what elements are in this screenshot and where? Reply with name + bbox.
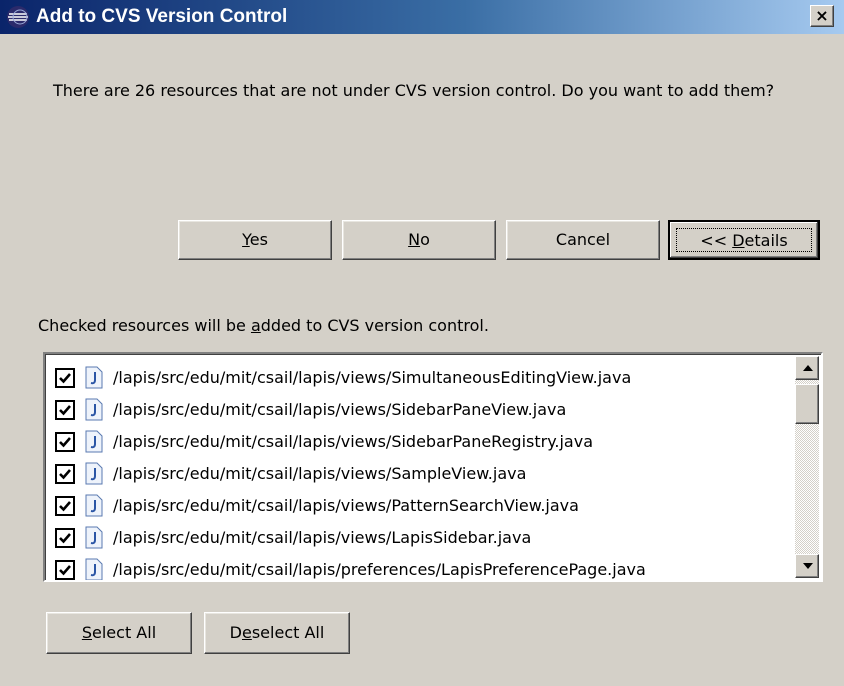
resource-list-items: /lapis/src/edu/mit/csail/lapis/views/Sim…: [51, 362, 781, 580]
resource-path: /lapis/src/edu/mit/csail/lapis/views/Sid…: [113, 400, 567, 419]
resources-label: Checked resources will be added to CVS v…: [38, 316, 489, 335]
cancel-label: Cancel: [555, 230, 611, 249]
arrow-up-icon: [803, 365, 813, 371]
checkmark-icon: [59, 533, 71, 544]
resource-checkbox[interactable]: [55, 400, 75, 420]
eclipse-icon: [6, 5, 30, 29]
resource-checkbox[interactable]: [55, 560, 75, 580]
deselect-all-label-pre: D: [229, 623, 242, 642]
java-file-icon: [85, 398, 103, 421]
resource-checkbox[interactable]: [55, 528, 75, 548]
resource-path: /lapis/src/edu/mit/csail/lapis/views/Sim…: [113, 368, 632, 387]
checkmark-icon: [59, 405, 71, 416]
cancel-button[interactable]: Cancel: [506, 220, 660, 260]
deselect-all-mnemonic: e: [242, 623, 252, 642]
select-all-button[interactable]: Select All: [46, 612, 192, 654]
yes-label-post: es: [249, 230, 268, 249]
deselect-all-button[interactable]: Deselect All: [204, 612, 350, 654]
no-mnemonic: N: [408, 230, 421, 249]
cvs-dialog: Add to CVS Version Control × There are 2…: [0, 0, 844, 686]
resource-path: /lapis/src/edu/mit/csail/lapis/preferenc…: [113, 560, 646, 579]
close-icon: ×: [815, 6, 829, 25]
resource-item[interactable]: /lapis/src/edu/mit/csail/lapis/views/Lap…: [51, 522, 781, 554]
arrow-down-icon: [803, 563, 813, 569]
no-label-post: o: [420, 230, 430, 249]
resource-item[interactable]: /lapis/src/edu/mit/csail/lapis/views/Sid…: [51, 394, 781, 426]
select-all-label-post: elect All: [92, 623, 157, 642]
resource-checkbox[interactable]: [55, 496, 75, 516]
resource-item[interactable]: /lapis/src/edu/mit/csail/lapis/views/Sam…: [51, 458, 781, 490]
scroll-up-button[interactable]: [795, 356, 819, 380]
resource-item[interactable]: /lapis/src/edu/mit/csail/lapis/views/Sim…: [51, 362, 781, 394]
vertical-scrollbar[interactable]: [795, 356, 819, 578]
resource-item[interactable]: /lapis/src/edu/mit/csail/lapis/views/Sid…: [51, 426, 781, 458]
deselect-all-label-post: select All: [251, 623, 325, 642]
no-button[interactable]: No: [342, 220, 496, 260]
java-file-icon: [85, 494, 103, 517]
scroll-thumb[interactable]: [795, 384, 819, 424]
resource-path: /lapis/src/edu/mit/csail/lapis/views/Sid…: [113, 432, 593, 451]
dialog-message: There are 26 resources that are not unde…: [53, 81, 775, 100]
checkmark-icon: [59, 373, 71, 384]
checkmark-icon: [59, 565, 71, 576]
resources-label-mnemonic: a: [250, 316, 261, 335]
details-button[interactable]: << Details: [668, 220, 820, 260]
resource-path: /lapis/src/edu/mit/csail/lapis/views/Pat…: [113, 496, 579, 515]
yes-button[interactable]: Yes: [178, 220, 332, 260]
resource-checkbox[interactable]: [55, 432, 75, 452]
resource-item[interactable]: /lapis/src/edu/mit/csail/lapis/views/Pat…: [51, 490, 781, 522]
focus-rectangle: [676, 228, 812, 252]
resource-path: /lapis/src/edu/mit/csail/lapis/views/Lap…: [113, 528, 532, 547]
java-file-icon: [85, 558, 103, 580]
resources-label-post: dded to CVS version control.: [260, 316, 489, 335]
scroll-down-button[interactable]: [795, 554, 819, 578]
java-file-icon: [85, 462, 103, 485]
java-file-icon: [85, 430, 103, 453]
resources-label-pre: Checked resources will be: [38, 316, 251, 335]
java-file-icon: [85, 526, 103, 549]
checkmark-icon: [59, 501, 71, 512]
resource-checkbox[interactable]: [55, 368, 75, 388]
resource-checkbox[interactable]: [55, 464, 75, 484]
resource-path: /lapis/src/edu/mit/csail/lapis/views/Sam…: [113, 464, 527, 483]
resource-list[interactable]: /lapis/src/edu/mit/csail/lapis/views/Sim…: [43, 352, 823, 582]
resource-item[interactable]: /lapis/src/edu/mit/csail/lapis/preferenc…: [51, 554, 781, 580]
yes-mnemonic: Y: [242, 230, 250, 249]
select-all-mnemonic: S: [81, 623, 93, 642]
close-button[interactable]: ×: [810, 5, 834, 27]
window-title: Add to CVS Version Control: [36, 6, 288, 27]
checkmark-icon: [59, 437, 71, 448]
title-bar[interactable]: Add to CVS Version Control ×: [0, 0, 844, 34]
java-file-icon: [85, 366, 103, 389]
checkmark-icon: [59, 469, 71, 480]
